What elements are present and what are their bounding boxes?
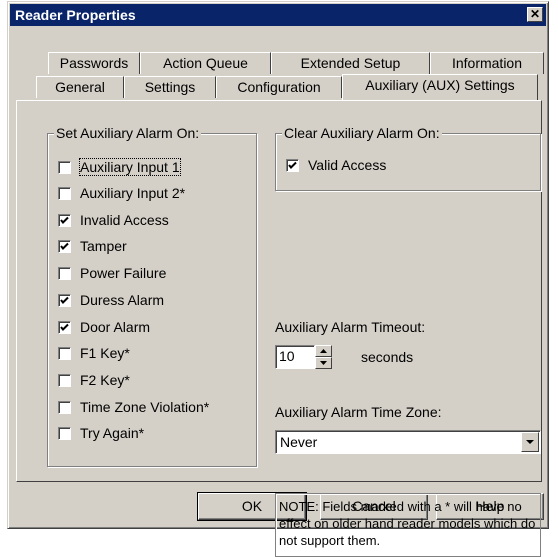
- checkbox-label: Time Zone Violation*: [80, 399, 210, 415]
- checkbox-label: Try Again*: [80, 425, 145, 441]
- set-alarm-group-title: Set Auxiliary Alarm On:: [54, 125, 202, 141]
- close-icon: ✕: [529, 7, 541, 21]
- check-icon: [60, 216, 69, 224]
- checkbox-duress-alarm[interactable]: Duress Alarm: [58, 291, 164, 309]
- checkbox-try-again[interactable]: Try Again*: [58, 424, 144, 442]
- spin-down-button[interactable]: [315, 357, 332, 369]
- tab-action-queue[interactable]: Action Queue: [140, 52, 271, 74]
- spin-up-button[interactable]: [315, 345, 332, 357]
- arrow-down-icon: [320, 361, 327, 365]
- tab-general[interactable]: General: [36, 76, 124, 98]
- checkbox-time-zone-violation[interactable]: Time Zone Violation*: [58, 398, 209, 416]
- check-icon: [288, 161, 297, 169]
- reader-properties-dialog: Reader Properties ✕ Passwords Action Que…: [7, 1, 549, 557]
- checkbox-label: Tamper: [80, 238, 127, 254]
- checkbox-auxiliary-input-2[interactable]: Auxiliary Input 2*: [58, 184, 185, 202]
- time-zone-value: Never: [280, 434, 318, 450]
- tab-auxiliary-settings[interactable]: Auxiliary (AUX) Settings: [342, 74, 538, 100]
- checkbox-label: Power Failure: [80, 265, 167, 281]
- tab-configuration[interactable]: Configuration: [216, 76, 342, 98]
- checkbox-box[interactable]: [58, 293, 71, 307]
- title-bar: Reader Properties ✕: [10, 4, 546, 26]
- checkbox-label: Valid Access: [308, 157, 387, 173]
- checkbox-box[interactable]: [58, 373, 71, 387]
- checkbox-box[interactable]: [58, 239, 71, 253]
- checkbox-box[interactable]: [58, 426, 71, 440]
- window-title: Reader Properties: [15, 7, 136, 23]
- checkbox-label: F2 Key*: [80, 372, 130, 388]
- checkbox-door-alarm[interactable]: Door Alarm: [58, 318, 150, 336]
- checkbox-tamper[interactable]: Tamper: [58, 237, 127, 255]
- checkbox-label: Door Alarm: [80, 319, 151, 335]
- timeout-label: Auxiliary Alarm Timeout:: [275, 319, 426, 335]
- checkbox-auxiliary-input-1[interactable]: Auxiliary Input 1: [58, 158, 181, 176]
- check-icon: [60, 296, 69, 304]
- checkbox-box[interactable]: [58, 346, 71, 360]
- time-zone-dropdown-button[interactable]: [521, 432, 539, 452]
- checkbox-f1-key[interactable]: F1 Key*: [58, 344, 130, 362]
- checkbox-invalid-access[interactable]: Invalid Access: [58, 211, 169, 229]
- set-alarm-group: Set Auxiliary Alarm On: Auxiliary Input …: [47, 125, 257, 467]
- arrow-up-icon: [320, 349, 327, 353]
- tab-panel: Set Auxiliary Alarm On: Auxiliary Input …: [16, 100, 542, 557]
- timeout-unit: seconds: [361, 349, 414, 365]
- checkbox-label: Auxiliary Input 1: [79, 158, 181, 176]
- clear-alarm-group: Clear Auxiliary Alarm On: Valid Access: [275, 125, 541, 191]
- checkbox-label: Auxiliary Input 2*: [80, 185, 186, 201]
- tab-settings[interactable]: Settings: [124, 76, 216, 98]
- checkbox-box[interactable]: [58, 320, 71, 334]
- checkbox-f2-key[interactable]: F2 Key*: [58, 371, 130, 389]
- note-box: NOTE: Fields marked with a * will have n…: [275, 493, 541, 557]
- checkbox-box[interactable]: [286, 158, 299, 172]
- checkbox-box[interactable]: [58, 400, 71, 414]
- check-icon: [60, 323, 69, 331]
- check-icon: [60, 242, 69, 250]
- checkbox-box[interactable]: [58, 266, 71, 280]
- checkbox-valid-access[interactable]: Valid Access: [286, 156, 386, 174]
- checkbox-label: Invalid Access: [80, 212, 169, 228]
- time-zone-label: Auxiliary Alarm Time Zone:: [275, 404, 442, 420]
- checkbox-power-failure[interactable]: Power Failure: [58, 264, 166, 282]
- checkbox-box[interactable]: [58, 213, 71, 227]
- tab-passwords[interactable]: Passwords: [48, 52, 140, 74]
- checkbox-box[interactable]: [58, 186, 71, 200]
- close-button[interactable]: ✕: [527, 7, 543, 22]
- checkbox-label: Duress Alarm: [80, 292, 165, 308]
- tab-extended-setup[interactable]: Extended Setup: [271, 52, 430, 74]
- background-text-fragment: o: [0, 172, 6, 198]
- checkbox-label: F1 Key*: [80, 345, 130, 361]
- chevron-down-icon: [526, 440, 534, 444]
- timeout-input[interactable]: 10: [275, 345, 315, 369]
- timeout-spinner[interactable]: [315, 345, 332, 369]
- time-zone-select[interactable]: Never: [275, 430, 541, 454]
- checkbox-box[interactable]: [58, 160, 71, 174]
- note-text: NOTE: Fields marked with a * will have n…: [279, 499, 536, 548]
- tab-information[interactable]: Information: [430, 52, 544, 74]
- clear-alarm-group-title: Clear Auxiliary Alarm On:: [282, 125, 442, 141]
